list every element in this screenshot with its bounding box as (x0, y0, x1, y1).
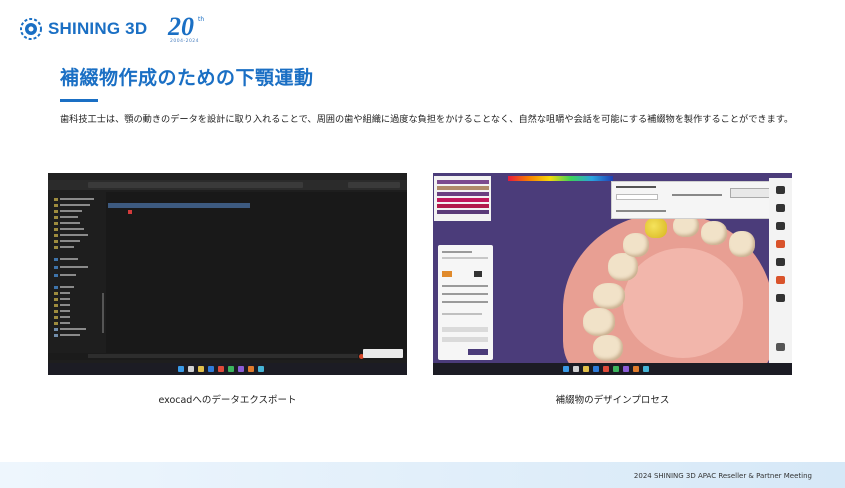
tooth (608, 253, 638, 281)
windows-start-icon[interactable] (178, 366, 184, 372)
taskbar-app-icon[interactable] (228, 366, 234, 372)
view-cube-icon[interactable] (776, 343, 785, 351)
tools-icon[interactable] (776, 222, 785, 230)
taskbar-app-icon[interactable] (593, 366, 599, 372)
next-button[interactable] (468, 349, 488, 355)
logo-text: SHINING 3D (48, 19, 148, 38)
taskbar-app-icon[interactable] (643, 366, 649, 372)
restoration-crown[interactable] (645, 218, 667, 238)
anniversary-years: 2004-2024 (170, 39, 200, 44)
taskbar-search-icon[interactable] (188, 366, 194, 372)
taskbar-search-icon[interactable] (573, 366, 579, 372)
tooth (593, 283, 625, 309)
anniversary-suffix: th (198, 16, 205, 23)
taskbar-app-icon[interactable] (633, 366, 639, 372)
explorer-search-box (348, 182, 400, 188)
taskbar-app-icon[interactable] (218, 366, 224, 372)
model-icon[interactable] (776, 276, 785, 284)
tooth (701, 221, 727, 245)
taskbar-app-icon[interactable] (238, 366, 244, 372)
caption-export: exocadへのデータエクスポート (158, 395, 297, 406)
freeform-icon[interactable] (776, 258, 785, 266)
dialog-button[interactable] (730, 188, 774, 198)
caption-design: 補綴物のデザインプロセス (555, 395, 670, 406)
tooth (623, 233, 649, 257)
exocad-jaw-movement-dialog (611, 181, 777, 219)
explorer-filename-input[interactable] (88, 354, 358, 358)
windows-taskbar (433, 363, 792, 375)
notification-toast[interactable] (363, 349, 403, 358)
tooth (593, 335, 623, 361)
explorer-titlebar (48, 173, 407, 180)
taskbar-app-icon[interactable] (623, 366, 629, 372)
tooth (729, 231, 755, 257)
shining3d-logo: SHINING 3D (20, 16, 147, 42)
file-type-icon (128, 210, 132, 214)
exocad-screenshot (433, 173, 792, 375)
taskbar-app-icon[interactable] (583, 366, 589, 372)
shining3d-gear-icon (20, 18, 42, 40)
explorer-scrollbar[interactable] (102, 293, 104, 333)
slide-description: 歯科技工士は、顎の動きのデータを設計に取り入れることで、周囲の歯や組織に過度な負… (60, 114, 794, 125)
bite-icon[interactable] (776, 294, 785, 302)
anniversary-number: 20 (168, 12, 194, 41)
explorer-screenshot (48, 173, 407, 375)
exocad-tooth-list (434, 176, 491, 221)
taskbar-app-icon[interactable] (198, 366, 204, 372)
anniversary-badge: 20 th 2004-2024 (168, 12, 212, 45)
save-icon[interactable] (776, 186, 785, 194)
windows-start-icon[interactable] (563, 366, 569, 372)
distance-color-scale (508, 176, 613, 181)
windows-taskbar (48, 363, 407, 375)
export-icon[interactable] (776, 204, 785, 212)
taskbar-app-icon[interactable] (248, 366, 254, 372)
explorer-address-bar (88, 182, 303, 188)
wizard-icon[interactable] (776, 240, 785, 248)
taskbar-app-icon[interactable] (603, 366, 609, 372)
title-underline (60, 99, 98, 102)
explorer-selected-file-row[interactable] (108, 203, 250, 208)
explorer-sidebar (48, 192, 105, 353)
footer-text: 2024 SHINING 3D APAC Reseller & Partner … (633, 472, 812, 480)
palate-surface (623, 248, 743, 358)
exocad-settings-panel (438, 245, 493, 360)
taskbar-app-icon[interactable] (208, 366, 214, 372)
taskbar-app-icon[interactable] (258, 366, 264, 372)
tooth (583, 308, 615, 336)
taskbar-app-icon[interactable] (613, 366, 619, 372)
slide-title: 補綴物作成のための下顎運動 (60, 67, 314, 89)
explorer-file-list (106, 192, 407, 353)
exocad-right-toolbar (769, 178, 792, 363)
